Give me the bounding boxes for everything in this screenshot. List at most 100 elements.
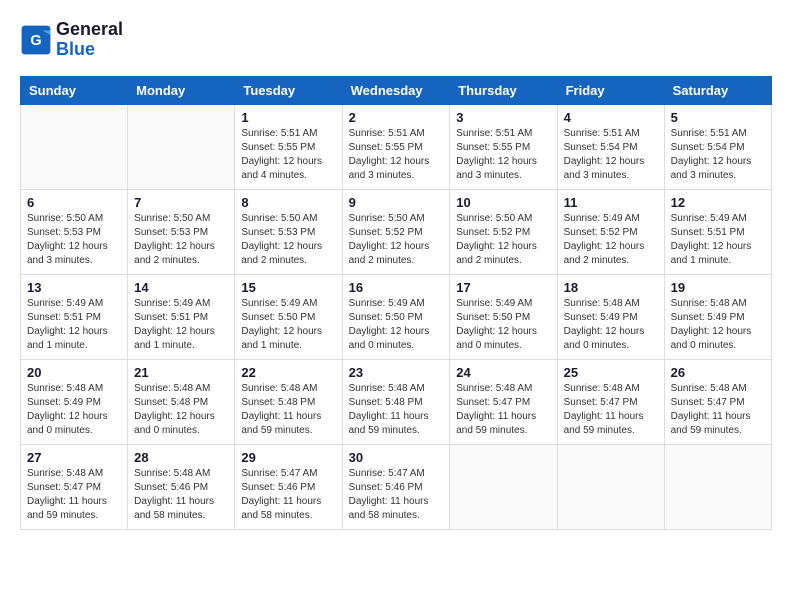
day-info: Sunrise: 5:47 AMSunset: 5:46 PMDaylight:…: [241, 467, 335, 523]
calendar-cell: 9Sunrise: 5:50 AMSunset: 5:52 PMDaylight…: [342, 189, 450, 274]
week-row-2: 6 Sunrise: 5:50 AMSunset: 5:53 PMDaylight…: [21, 189, 772, 274]
day-number: 4: [564, 110, 658, 125]
calendar-cell: 25 Sunrise: 5:48 AMSunset: 5:47 PMDayligh…: [557, 359, 664, 444]
day-info: Sunrise: 5:49 AMSunset: 5:51 PMDaylight:…: [134, 297, 228, 353]
calendar-cell: 19 Sunrise: 5:48 AMSunset: 5:49 PMDayligh…: [664, 274, 771, 359]
day-info: Sunrise: 5:50 AMSunset: 5:53 PMDaylight:…: [241, 212, 335, 268]
calendar-cell: 14 Sunrise: 5:49 AMSunset: 5:51 PMDayligh…: [128, 274, 235, 359]
day-number: 12: [671, 195, 765, 210]
day-number: 25: [564, 365, 658, 380]
week-row-1: 1 Sunrise: 5:51 AMSunset: 5:55 PMDaylight…: [21, 104, 772, 189]
calendar-cell: [557, 444, 664, 529]
day-number: 5: [671, 110, 765, 125]
day-info: Sunrise: 5:48 AMSunset: 5:48 PMDaylight:…: [134, 382, 228, 438]
week-row-4: 20Sunrise: 5:48 AMSunset: 5:49 PMDayligh…: [21, 359, 772, 444]
day-info: Sunrise: 5:48 AMSunset: 5:47 PMDaylight:…: [27, 467, 121, 523]
calendar-cell: 28Sunrise: 5:48 AMSunset: 5:46 PMDayligh…: [128, 444, 235, 529]
day-info: Sunrise: 5:48 AMSunset: 5:47 PMDaylight:…: [671, 382, 765, 438]
calendar-cell: [128, 104, 235, 189]
calendar-cell: 26 Sunrise: 5:48 AMSunset: 5:47 PMDayligh…: [664, 359, 771, 444]
calendar-cell: 3 Sunrise: 5:51 AMSunset: 5:55 PMDaylight…: [450, 104, 557, 189]
calendar-cell: [664, 444, 771, 529]
calendar-cell: [21, 104, 128, 189]
calendar-table: SundayMondayTuesdayWednesdayThursdayFrid…: [20, 76, 772, 530]
day-number: 14: [134, 280, 228, 295]
day-info: Sunrise: 5:48 AMSunset: 5:48 PMDaylight:…: [241, 382, 335, 438]
page-header: G GeneralBlue: [20, 20, 772, 60]
calendar-cell: 20Sunrise: 5:48 AMSunset: 5:49 PMDayligh…: [21, 359, 128, 444]
weekday-header-saturday: Saturday: [664, 76, 771, 104]
day-info: Sunrise: 5:49 AMSunset: 5:51 PMDaylight:…: [671, 212, 765, 268]
calendar-cell: 11 Sunrise: 5:49 AMSunset: 5:52 PMDayligh…: [557, 189, 664, 274]
calendar-cell: 29Sunrise: 5:47 AMSunset: 5:46 PMDayligh…: [235, 444, 342, 529]
week-row-3: 13Sunrise: 5:49 AMSunset: 5:51 PMDayligh…: [21, 274, 772, 359]
calendar-cell: 13Sunrise: 5:49 AMSunset: 5:51 PMDayligh…: [21, 274, 128, 359]
day-info: Sunrise: 5:51 AMSunset: 5:55 PMDaylight:…: [349, 127, 444, 183]
calendar-cell: 23 Sunrise: 5:48 AMSunset: 5:48 PMDayligh…: [342, 359, 450, 444]
logo: G GeneralBlue: [20, 20, 123, 60]
week-row-5: 27Sunrise: 5:48 AMSunset: 5:47 PMDayligh…: [21, 444, 772, 529]
logo-text: GeneralBlue: [56, 20, 123, 60]
day-info: Sunrise: 5:48 AMSunset: 5:49 PMDaylight:…: [671, 297, 765, 353]
weekday-header-sunday: Sunday: [21, 76, 128, 104]
day-number: 9: [349, 195, 444, 210]
day-number: 21: [134, 365, 228, 380]
day-info: Sunrise: 5:48 AMSunset: 5:47 PMDaylight:…: [456, 382, 550, 438]
day-number: 24: [456, 365, 550, 380]
calendar-cell: 30 Sunrise: 5:47 AMSunset: 5:46 PMDayligh…: [342, 444, 450, 529]
calendar-cell: 17 Sunrise: 5:49 AMSunset: 5:50 PMDayligh…: [450, 274, 557, 359]
day-number: 8: [241, 195, 335, 210]
calendar-cell: 24 Sunrise: 5:48 AMSunset: 5:47 PMDayligh…: [450, 359, 557, 444]
weekday-header-tuesday: Tuesday: [235, 76, 342, 104]
day-number: 30: [349, 450, 444, 465]
day-info: Sunrise: 5:51 AMSunset: 5:54 PMDaylight:…: [564, 127, 658, 183]
day-number: 23: [349, 365, 444, 380]
day-number: 26: [671, 365, 765, 380]
day-info: Sunrise: 5:49 AMSunset: 5:50 PMDaylight:…: [241, 297, 335, 353]
logo-icon: G: [20, 24, 52, 56]
weekday-header-thursday: Thursday: [450, 76, 557, 104]
day-info: Sunrise: 5:51 AMSunset: 5:54 PMDaylight:…: [671, 127, 765, 183]
calendar-cell: 1 Sunrise: 5:51 AMSunset: 5:55 PMDaylight…: [235, 104, 342, 189]
calendar-cell: 15 Sunrise: 5:49 AMSunset: 5:50 PMDayligh…: [235, 274, 342, 359]
calendar-cell: 4 Sunrise: 5:51 AMSunset: 5:54 PMDaylight…: [557, 104, 664, 189]
calendar-cell: 21 Sunrise: 5:48 AMSunset: 5:48 PMDayligh…: [128, 359, 235, 444]
weekday-header-wednesday: Wednesday: [342, 76, 450, 104]
day-number: 7: [134, 195, 228, 210]
calendar-cell: 2 Sunrise: 5:51 AMSunset: 5:55 PMDaylight…: [342, 104, 450, 189]
calendar-cell: 8 Sunrise: 5:50 AMSunset: 5:53 PMDaylight…: [235, 189, 342, 274]
day-info: Sunrise: 5:51 AMSunset: 5:55 PMDaylight:…: [241, 127, 335, 183]
day-info: Sunrise: 5:50 AMSunset: 5:53 PMDaylight:…: [27, 212, 121, 268]
calendar-cell: 22 Sunrise: 5:48 AMSunset: 5:48 PMDayligh…: [235, 359, 342, 444]
day-info: Sunrise: 5:49 AMSunset: 5:50 PMDaylight:…: [456, 297, 550, 353]
day-number: 10: [456, 195, 550, 210]
day-number: 17: [456, 280, 550, 295]
day-number: 11: [564, 195, 658, 210]
day-number: 15: [241, 280, 335, 295]
day-number: 22: [241, 365, 335, 380]
day-number: 6: [27, 195, 121, 210]
day-info: Sunrise: 5:49 AMSunset: 5:52 PMDaylight:…: [564, 212, 658, 268]
day-info: Sunrise: 5:48 AMSunset: 5:47 PMDaylight:…: [564, 382, 658, 438]
weekday-header-friday: Friday: [557, 76, 664, 104]
svg-text:G: G: [30, 33, 41, 49]
day-info: Sunrise: 5:51 AMSunset: 5:55 PMDaylight:…: [456, 127, 550, 183]
weekday-header-monday: Monday: [128, 76, 235, 104]
day-number: 16: [349, 280, 444, 295]
day-info: Sunrise: 5:48 AMSunset: 5:46 PMDaylight:…: [134, 467, 228, 523]
day-info: Sunrise: 5:47 AMSunset: 5:46 PMDaylight:…: [349, 467, 444, 523]
day-info: Sunrise: 5:48 AMSunset: 5:49 PMDaylight:…: [564, 297, 658, 353]
day-number: 18: [564, 280, 658, 295]
calendar-cell: 10Sunrise: 5:50 AMSunset: 5:52 PMDayligh…: [450, 189, 557, 274]
calendar-cell: 18 Sunrise: 5:48 AMSunset: 5:49 PMDayligh…: [557, 274, 664, 359]
day-number: 20: [27, 365, 121, 380]
day-number: 2: [349, 110, 444, 125]
weekday-header-row: SundayMondayTuesdayWednesdayThursdayFrid…: [21, 76, 772, 104]
calendar-cell: 7Sunrise: 5:50 AMSunset: 5:53 PMDaylight…: [128, 189, 235, 274]
day-info: Sunrise: 5:48 AMSunset: 5:48 PMDaylight:…: [349, 382, 444, 438]
day-number: 1: [241, 110, 335, 125]
day-number: 3: [456, 110, 550, 125]
calendar-cell: 16Sunrise: 5:49 AMSunset: 5:50 PMDayligh…: [342, 274, 450, 359]
calendar-cell: 27Sunrise: 5:48 AMSunset: 5:47 PMDayligh…: [21, 444, 128, 529]
day-number: 19: [671, 280, 765, 295]
